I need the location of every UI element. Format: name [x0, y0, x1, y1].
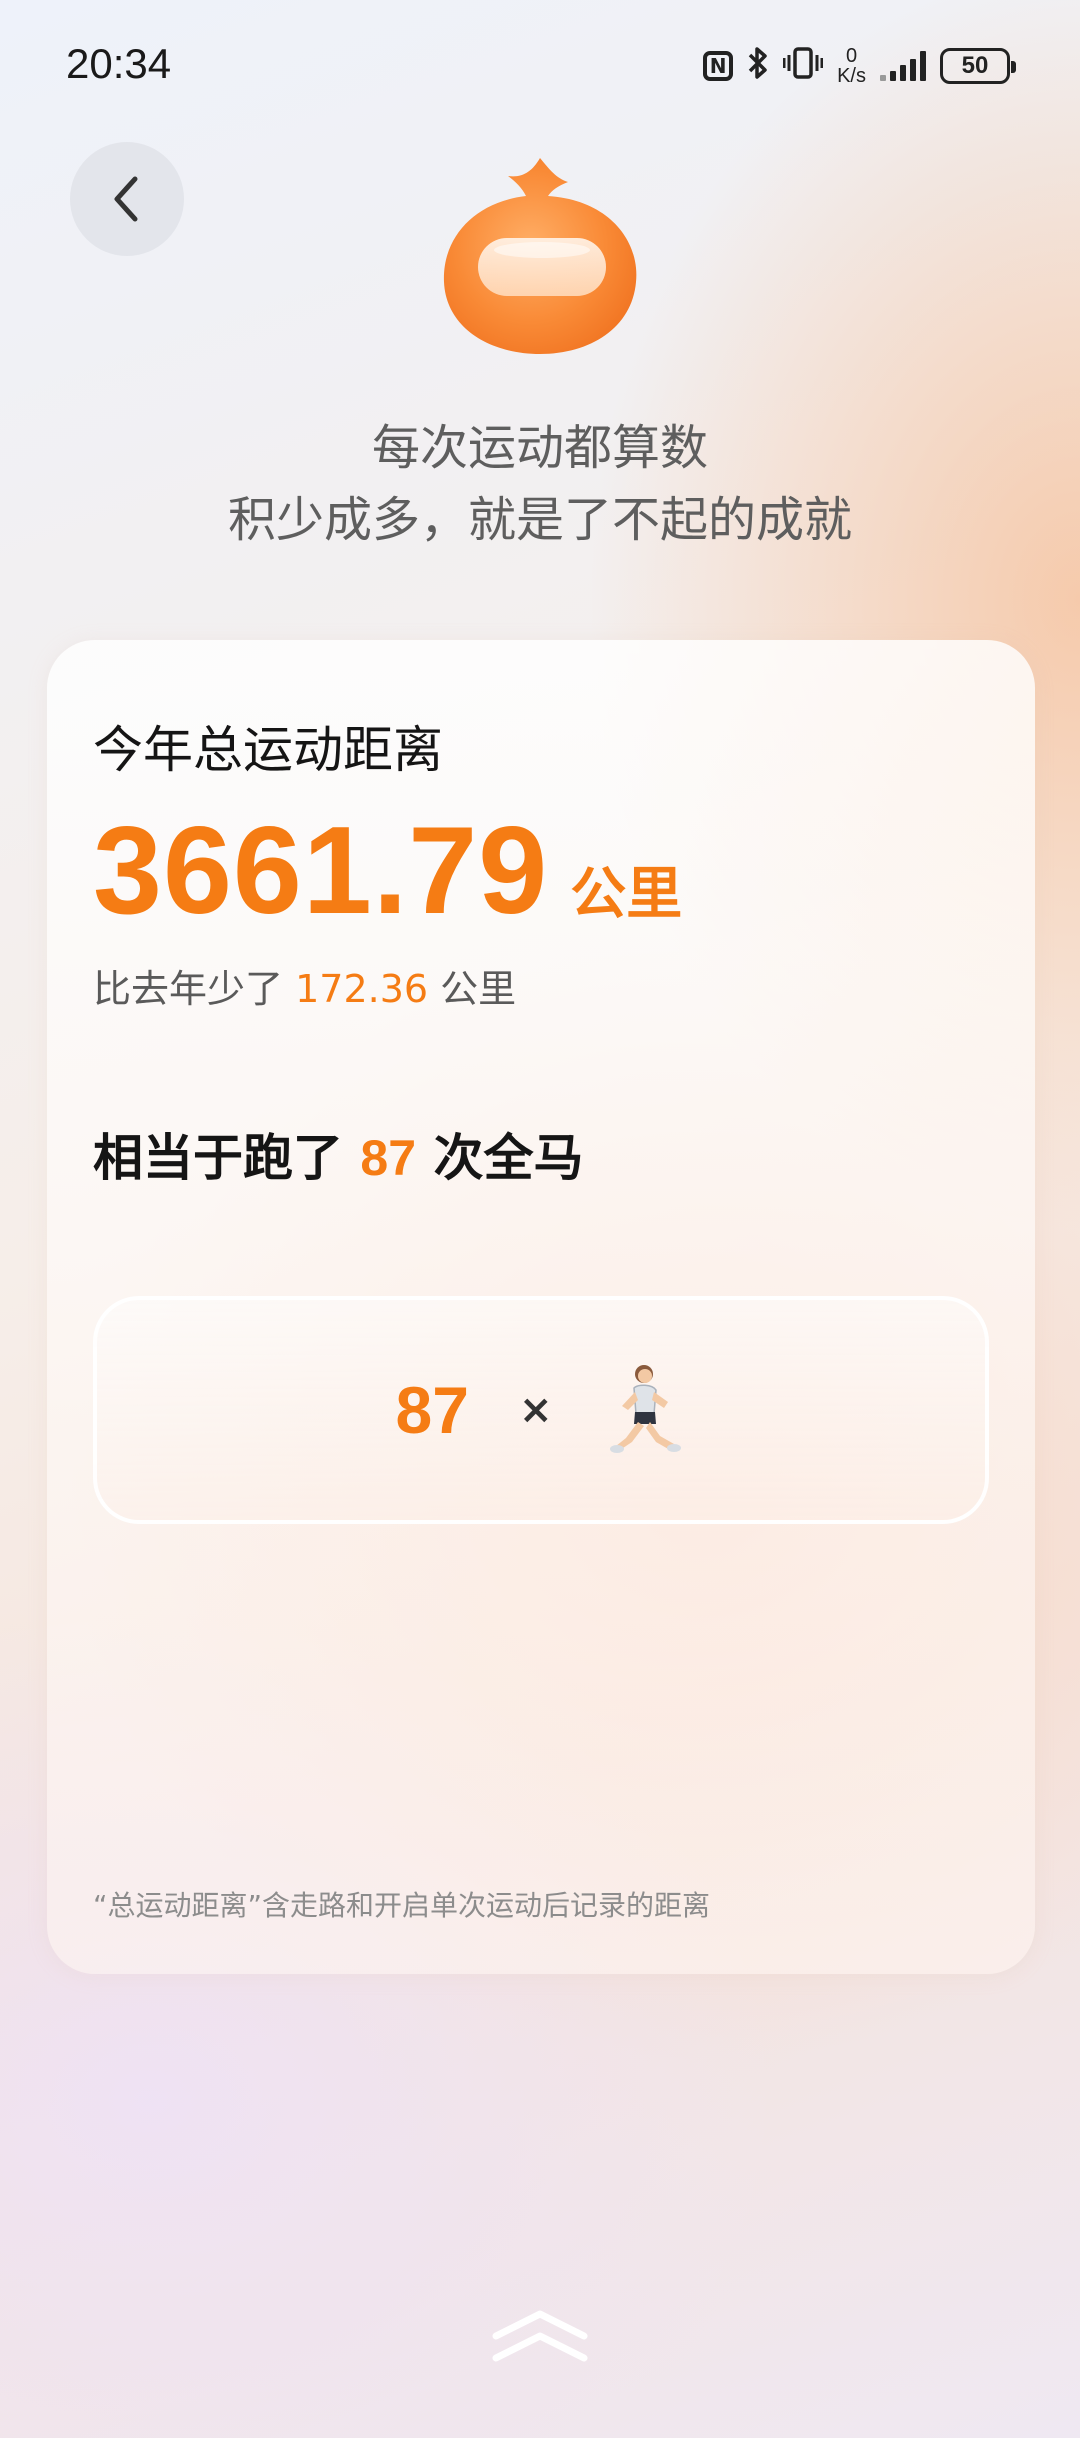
- footnote: “总运动距离”含走路和开启单次运动后记录的距离: [93, 1889, 711, 1922]
- distance-value: 3661.79: [93, 802, 549, 940]
- net-speed: 0 K/s: [837, 46, 866, 86]
- marathon-runner-box: 87 ×: [93, 1296, 989, 1524]
- battery-icon: 50: [940, 48, 1016, 84]
- battery-level: 50: [961, 52, 989, 79]
- slogan-line-2: 积少成多，就是了不起的成就: [227, 492, 852, 548]
- times-sign: ×: [518, 1387, 553, 1433]
- vibrate-icon: [782, 46, 824, 86]
- status-bar: 20:34 N 0 K/s 50: [0, 0, 1080, 130]
- slogan-line-1: 每次运动都算数: [371, 420, 708, 476]
- runner-icon: [610, 1365, 682, 1453]
- status-time: 20:34: [66, 40, 172, 87]
- status-icons: N 0 K/s 50: [703, 38, 1016, 94]
- runner-count: 87: [395, 1373, 469, 1447]
- signal-icon: [880, 51, 926, 81]
- equiv-prefix: 相当于跑了: [93, 1129, 361, 1187]
- distance-card: 今年总运动距离 3661.79 公里 比去年少了 172.36 公里 相当于跑了…: [47, 640, 1035, 1974]
- double-chevron-up-icon[interactable]: [490, 2300, 590, 2370]
- compare-suffix: 公里: [428, 967, 517, 1011]
- equiv-value: 87: [360, 1130, 417, 1186]
- bluetooth-icon: [747, 46, 769, 86]
- orange-mascot-icon: [443, 158, 637, 354]
- chevron-left-icon: [114, 176, 138, 222]
- nfc-icon: N: [703, 51, 734, 81]
- card-title: 今年总运动距离: [93, 721, 443, 779]
- net-speed-value: 0: [845, 45, 858, 67]
- compare-prefix: 比去年少了: [93, 967, 296, 1011]
- back-button[interactable]: [70, 142, 184, 256]
- compare-row: 比去年少了 172.36 公里: [93, 958, 516, 1013]
- compare-value: 172.36: [295, 967, 429, 1011]
- distance-row: 3661.79 公里: [93, 800, 682, 942]
- net-speed-unit: K/s: [837, 65, 866, 87]
- equivalence-row: 相当于跑了 87 次全马: [93, 1118, 583, 1190]
- equiv-suffix: 次全马: [416, 1129, 584, 1187]
- distance-unit: 公里: [570, 862, 683, 927]
